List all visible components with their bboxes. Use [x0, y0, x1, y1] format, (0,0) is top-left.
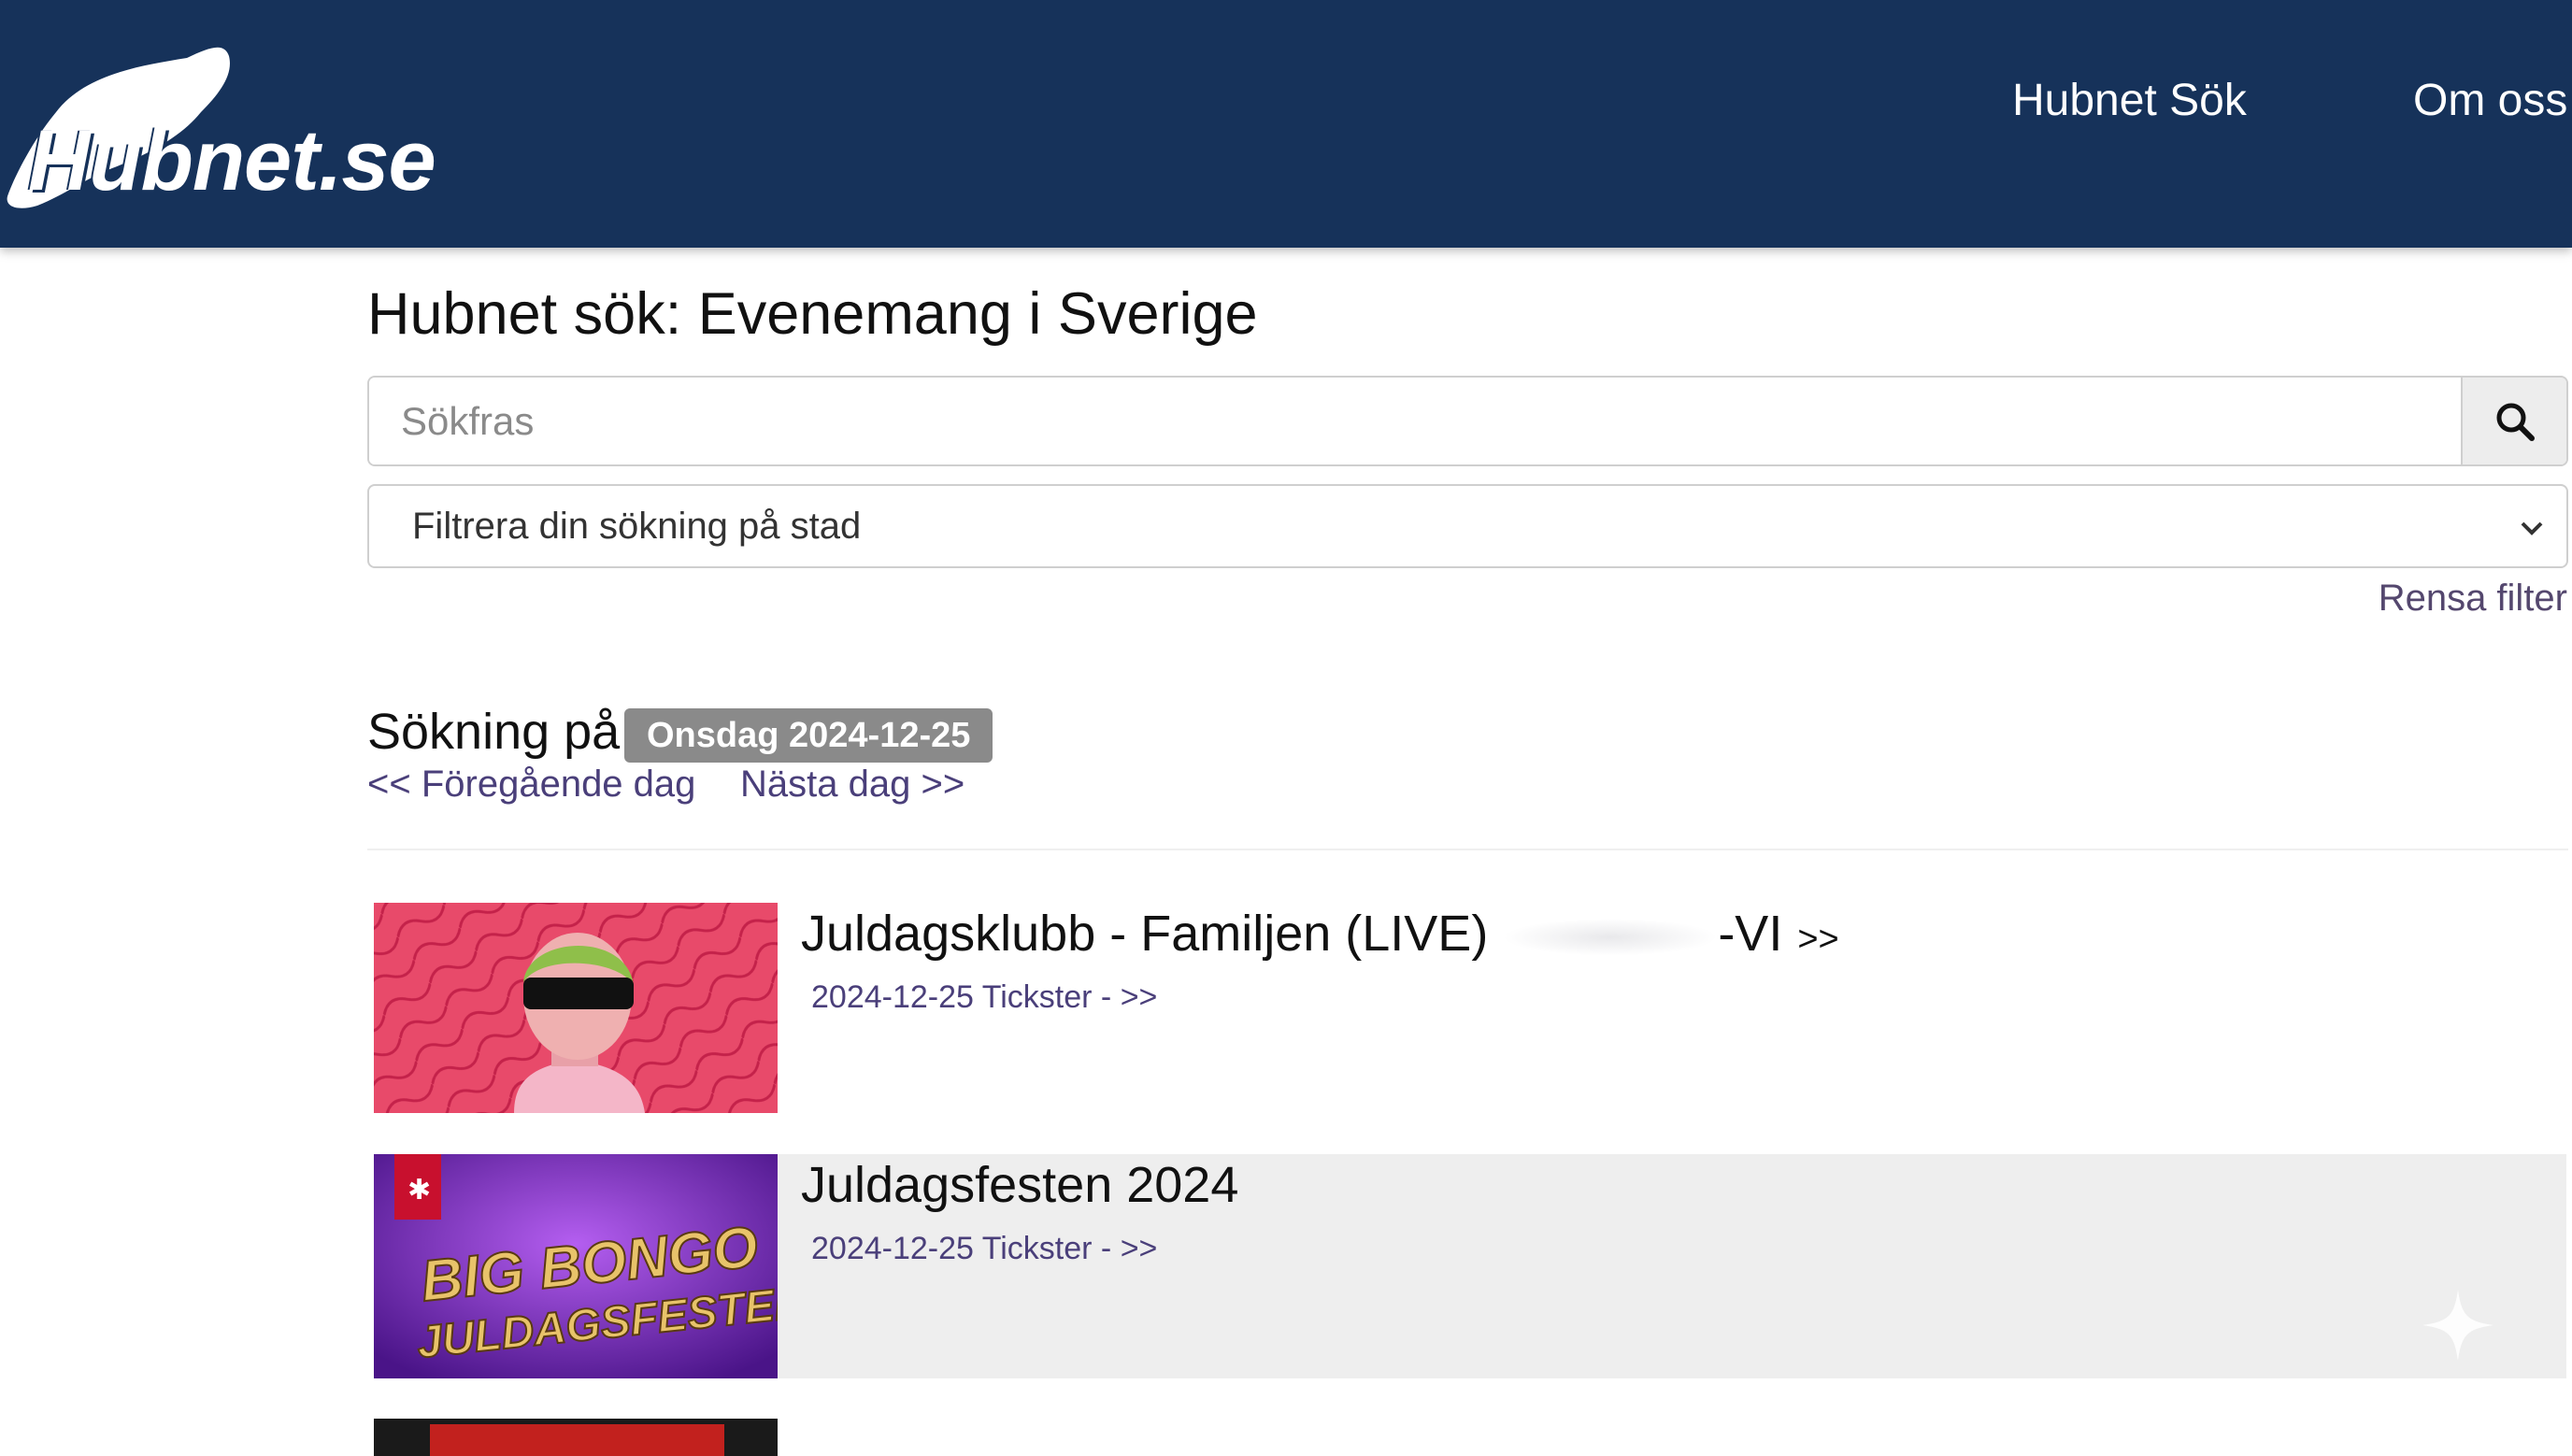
logo-text: Hubnet.se — [28, 113, 436, 208]
event-title: Juldagsklubb - Familjen (LIVE) — [801, 906, 1489, 962]
clear-filter-link[interactable]: Rensa filter — [2379, 578, 2567, 620]
next-day-link[interactable]: Nästa dag >> — [740, 764, 964, 806]
event-title-link[interactable]: Juldagsfesten 2024 — [801, 1156, 1238, 1214]
city-filter-value: Filtrera din sökning på stad — [412, 505, 862, 547]
event-row: Juldagsklubb - Familjen (LIVE) -VI >> 2024… — [374, 903, 2566, 1113]
chevron-down-icon — [2521, 521, 2543, 535]
redacted-text — [1503, 918, 1719, 956]
site-header: Hubnet.se Hubnet Sök Om oss — [0, 0, 2572, 248]
event-row — [374, 1419, 2566, 1456]
event-title-link[interactable]: Juldagsklubb - Familjen (LIVE) -VI >> — [801, 905, 1839, 963]
event-thumbnail[interactable] — [374, 1419, 778, 1456]
search-icon — [2496, 403, 2535, 441]
search-bar — [367, 376, 2568, 466]
search-on-label: Sökning på — [367, 704, 621, 760]
site-logo[interactable]: Hubnet.se — [0, 37, 449, 215]
city-filter-select[interactable]: Filtrera din sökning på stad — [367, 484, 2568, 568]
search-input[interactable] — [369, 378, 2461, 464]
event-thumbnail[interactable] — [374, 903, 778, 1113]
page-title: Hubnet sök: Evenemang i Sverige — [367, 281, 1258, 347]
sparkle-icon — [2422, 1290, 2493, 1361]
divider — [367, 849, 2568, 850]
previous-day-link[interactable]: << Föregående dag — [367, 764, 695, 806]
event-thumbnail[interactable]: ✱ BIG BONGO JULDAGSFESTEN — [374, 1154, 778, 1378]
search-button[interactable] — [2461, 378, 2566, 464]
event-title-tail: -VI — [1718, 906, 1783, 962]
event-row: ✱ BIG BONGO JULDAGSFESTEN Juldagsfesten … — [374, 1154, 2566, 1378]
nav-om-oss[interactable]: Om oss — [2413, 75, 2567, 126]
event-arrow: >> — [1797, 920, 1839, 959]
event-meta-link[interactable]: 2024-12-25 Tickster - >> — [811, 979, 1157, 1016]
nav-hubnet-sok[interactable]: Hubnet Sök — [2012, 75, 2247, 126]
event-meta-link[interactable]: 2024-12-25 Tickster - >> — [811, 1231, 1157, 1267]
snowflake-icon: ✱ — [407, 1174, 431, 1206]
date-badge: Onsdag 2024-12-25 — [624, 708, 993, 763]
